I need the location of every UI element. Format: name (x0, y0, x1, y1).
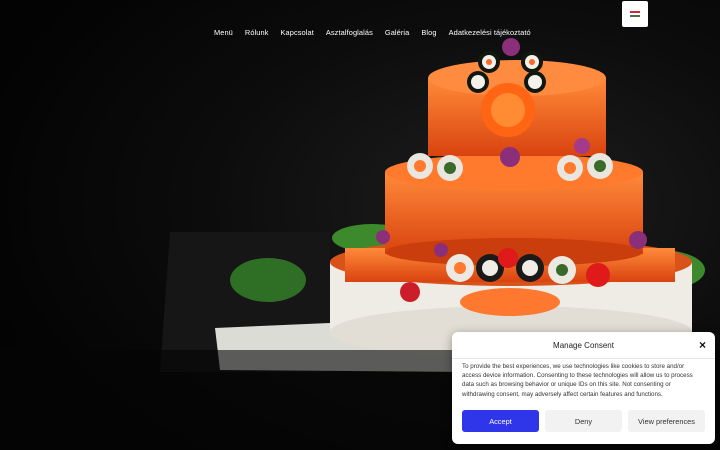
nav-item-contact[interactable]: Kapcsolat (281, 28, 314, 37)
nav-item-menu[interactable]: Menü (214, 28, 233, 37)
deny-button[interactable]: Deny (545, 410, 622, 432)
accept-button[interactable]: Accept (462, 410, 539, 432)
nav-item-about[interactable]: Rólunk (245, 28, 269, 37)
consent-description: To provide the best experiences, we use … (462, 363, 693, 398)
close-icon[interactable]: × (699, 339, 706, 351)
consent-divider (452, 358, 715, 359)
nav-item-reservation[interactable]: Asztalfoglalás (326, 28, 373, 37)
nav-item-gallery[interactable]: Galéria (385, 28, 410, 37)
consent-title: Manage Consent (553, 341, 614, 350)
flag-stripe-green (630, 15, 640, 18)
view-preferences-button[interactable]: View preferences (628, 410, 705, 432)
nav-item-blog[interactable]: Blog (421, 28, 436, 37)
language-switcher[interactable] (622, 1, 648, 27)
cookie-consent-dialog: Manage Consent × To provide the best exp… (452, 332, 715, 444)
main-nav: Menü Rólunk Kapcsolat Asztalfoglalás Gal… (214, 28, 531, 37)
nav-item-privacy-policy[interactable]: Adatkezelési tájékoztató (449, 28, 531, 37)
hungarian-flag-icon (630, 10, 640, 18)
